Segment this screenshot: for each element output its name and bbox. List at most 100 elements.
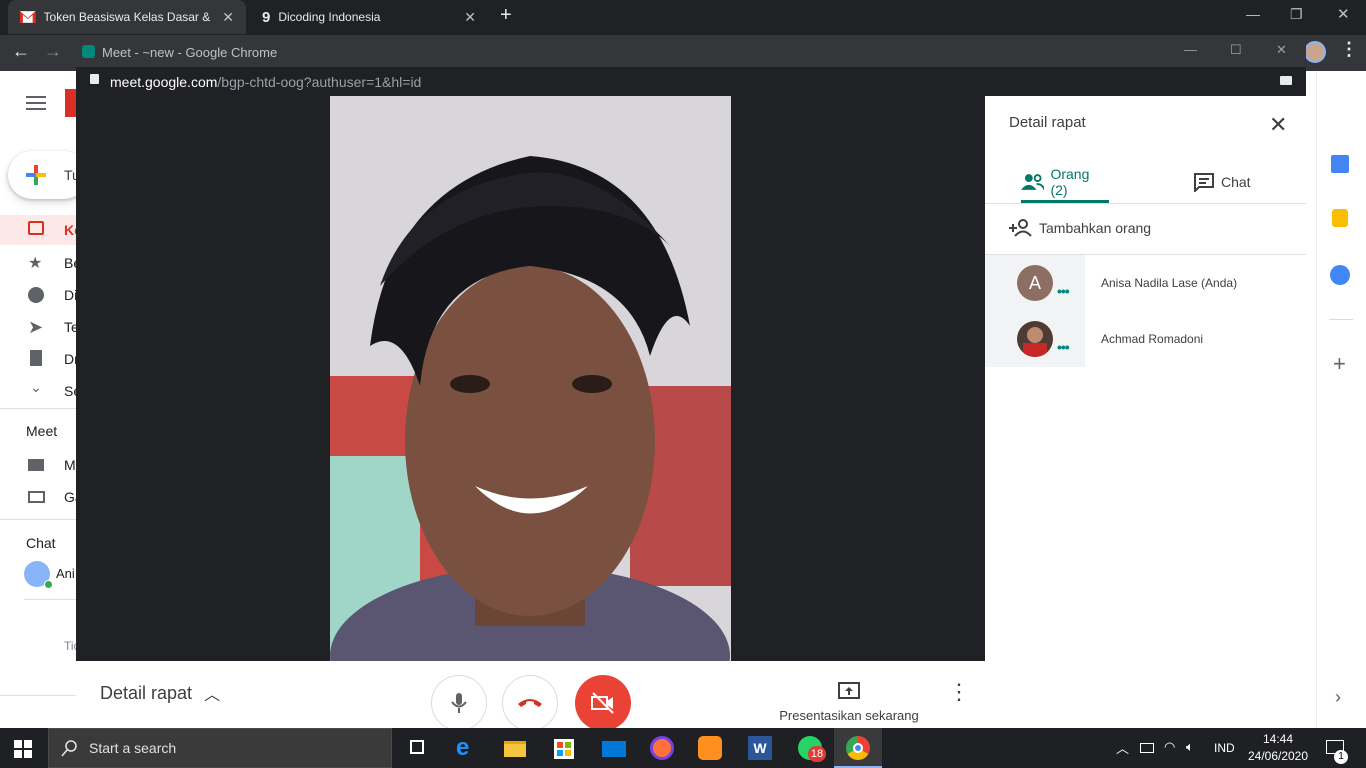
- draft-icon[interactable]: [30, 350, 42, 366]
- camera-indicator-icon[interactable]: [1280, 76, 1292, 85]
- close-window-icon[interactable]: ✕: [1337, 5, 1350, 23]
- tab-people[interactable]: Orang (2): [1021, 162, 1109, 202]
- taskbar-search[interactable]: Start a search: [48, 728, 392, 768]
- divider: [0, 695, 76, 696]
- divider: [0, 519, 76, 520]
- sidebar-item-inbox[interactable]: Ko: [0, 215, 83, 245]
- word-icon[interactable]: W: [748, 736, 772, 760]
- video-stage: [76, 96, 985, 702]
- url-path: /bgp-chtd-oog?authuser=1&hl=id: [217, 73, 422, 90]
- tasks-icon[interactable]: [1330, 265, 1350, 285]
- divider: [985, 203, 1306, 204]
- chat-heading: Chat: [26, 535, 56, 551]
- video-icon[interactable]: [28, 459, 44, 471]
- close-window-icon[interactable]: ✕: [1276, 42, 1287, 58]
- meet-popup-window: Meet - ~new - Google Chrome — ☐ ✕ meet.g…: [76, 37, 1306, 731]
- chat-user-name[interactable]: Ani: [56, 566, 75, 581]
- firefox-icon[interactable]: [650, 736, 674, 760]
- hamburger-icon[interactable]: [26, 96, 46, 110]
- close-panel-icon[interactable]: ✕: [1269, 112, 1287, 138]
- volume-icon[interactable]: 🔈︎: [1186, 739, 1194, 755]
- meeting-details-panel: Detail rapat ✕ Orang (2) Chat Tambahkan …: [985, 96, 1306, 728]
- keep-icon[interactable]: [1332, 209, 1348, 227]
- expand-panel-icon[interactable]: ›: [1335, 687, 1341, 708]
- minimize-icon[interactable]: —: [1246, 6, 1260, 22]
- divider: [24, 599, 76, 600]
- url-domain: meet.google.com: [110, 73, 218, 90]
- participant-row[interactable]: ••• Achmad Romadoni: [985, 311, 1306, 367]
- menu-icon[interactable]: ⋮: [1340, 39, 1358, 60]
- panel-title: Detail rapat: [1009, 114, 1086, 131]
- meet-item-label[interactable]: M: [64, 457, 76, 473]
- microphone-icon: [451, 693, 467, 713]
- store-icon[interactable]: [554, 736, 578, 760]
- side-addons-rail: + ›: [1316, 71, 1366, 728]
- chrome-taskbar-item[interactable]: [834, 728, 882, 768]
- maximize-icon[interactable]: ☐: [1230, 42, 1242, 58]
- keyboard-icon[interactable]: [28, 491, 45, 503]
- mail-icon[interactable]: [602, 736, 626, 760]
- send-icon[interactable]: ➤: [28, 317, 43, 338]
- wifi-icon[interactable]: ◠: [1164, 739, 1175, 755]
- outer-tab-strip: Token Beasiswa Kelas Dasar & Pe ✕ 9 Dico…: [0, 0, 1366, 35]
- uc-browser-icon[interactable]: [698, 736, 722, 760]
- tab-title: Dicoding Indonesia: [278, 10, 381, 24]
- more-options-icon[interactable]: ⋮: [948, 679, 970, 705]
- divider: [0, 408, 76, 409]
- meeting-details-label: Detail rapat: [100, 682, 193, 703]
- meeting-details-toggle[interactable]: Detail rapat ︿: [100, 681, 220, 705]
- show-hidden-icons-icon[interactable]: ︿: [1116, 738, 1129, 757]
- windows-start-icon[interactable]: [14, 740, 32, 763]
- add-people-label: Tambahkan orang: [1039, 220, 1152, 236]
- search-placeholder: Start a search: [89, 740, 177, 756]
- close-tab-icon[interactable]: ✕: [222, 9, 234, 26]
- dicoding-icon: 9: [262, 8, 271, 26]
- participant-name: Achmad Romadoni: [1101, 332, 1204, 346]
- profile-avatar[interactable]: [1304, 41, 1326, 63]
- restore-icon[interactable]: ❐: [1290, 6, 1303, 23]
- people-icon: [1021, 174, 1045, 191]
- new-tab-button[interactable]: +: [500, 4, 512, 27]
- present-screen-icon: [838, 682, 860, 699]
- hang-up-button[interactable]: [502, 675, 558, 731]
- person-add-icon: [1009, 219, 1032, 237]
- add-addon-icon[interactable]: +: [1333, 351, 1346, 377]
- meet-heading: Meet: [26, 423, 58, 439]
- audio-level-icon: •••: [1057, 339, 1070, 355]
- participant-row[interactable]: A ••• Anisa Nadila Lase (Anda): [985, 255, 1306, 311]
- star-icon[interactable]: ★: [28, 253, 42, 273]
- add-people-button[interactable]: Tambahkan orang: [1009, 216, 1151, 240]
- calendar-icon[interactable]: [1331, 155, 1349, 173]
- tab-chat[interactable]: Chat: [1193, 162, 1273, 202]
- plus-icon: [26, 165, 46, 185]
- tab-dicoding[interactable]: 9 Dicoding Indonesia ✕: [250, 0, 488, 34]
- clock-icon[interactable]: [28, 287, 44, 303]
- task-view-icon[interactable]: [406, 736, 430, 760]
- popup-address-bar[interactable]: meet.google.com /bgp-chtd-oog?authuser=1…: [76, 67, 1306, 96]
- language-indicator[interactable]: IND: [1214, 741, 1235, 755]
- inbox-icon: [28, 221, 44, 235]
- battery-icon[interactable]: [1140, 743, 1154, 753]
- chevron-down-icon[interactable]: ⌄: [30, 379, 42, 396]
- tab-title: Token Beasiswa Kelas Dasar & Pe: [43, 10, 215, 24]
- phone-hangup-icon: [518, 699, 542, 707]
- search-icon: [61, 740, 77, 757]
- meeting-controls-bar: Detail rapat ︿ Presentasikan sekarang ⋮: [76, 661, 985, 731]
- back-icon[interactable]: ←: [12, 41, 30, 62]
- minimize-icon[interactable]: —: [1184, 42, 1197, 57]
- file-explorer-icon[interactable]: [504, 736, 528, 760]
- clock[interactable]: 14:44 24/06/2020: [1242, 731, 1314, 765]
- microphone-button[interactable]: [431, 675, 487, 731]
- camera-toggle-button[interactable]: [575, 675, 631, 731]
- meet-icon: [82, 45, 95, 58]
- present-now-button[interactable]: Presentasikan sekarang: [776, 681, 922, 723]
- close-tab-icon[interactable]: ✕: [464, 9, 476, 26]
- edge-icon[interactable]: e: [456, 736, 480, 760]
- tab-people-label: Orang (2): [1050, 166, 1090, 198]
- online-status-icon: [44, 580, 53, 589]
- tab-gmail[interactable]: Token Beasiswa Kelas Dasar & Pe ✕: [8, 0, 246, 34]
- forward-icon[interactable]: →: [44, 41, 62, 62]
- popup-window-title: Meet - ~new - Google Chrome: [102, 44, 278, 60]
- chevron-up-icon: ︿: [204, 687, 221, 704]
- video-frame: [330, 96, 731, 702]
